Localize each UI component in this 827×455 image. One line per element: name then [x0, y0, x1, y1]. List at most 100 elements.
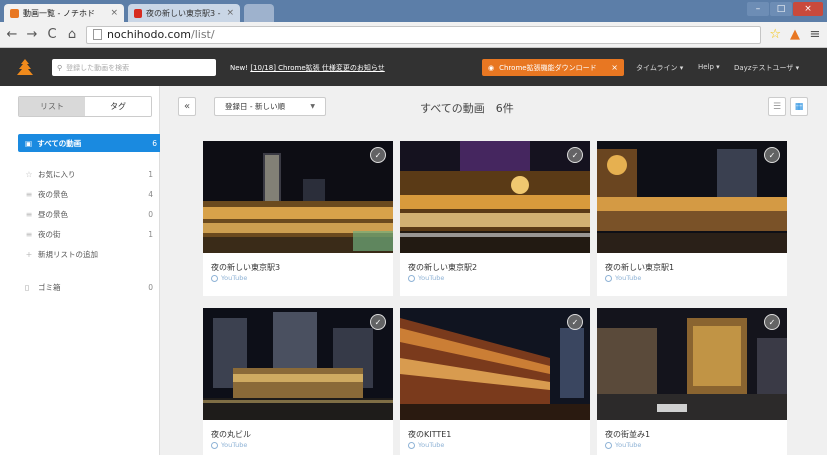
address-bar[interactable]: nochihodo.com/list/: [86, 25, 762, 44]
back-icon[interactable]: ←: [6, 27, 18, 42]
page-title: すべての動画 6件: [420, 102, 514, 115]
video-card[interactable]: ✓ 夜の新しい東京駅1 YouTube: [597, 141, 787, 296]
maximize-icon[interactable]: □: [770, 2, 792, 16]
source-icon: [211, 274, 218, 282]
sidebar-item-night-scenery[interactable]: ≡ 夜の景色 4: [25, 184, 153, 204]
video-source-label: YouTube: [221, 274, 248, 282]
video-thumbnail[interactable]: [203, 308, 393, 420]
site-favicon-icon: [10, 8, 19, 18]
video-title[interactable]: 夜の丸ビル: [211, 429, 251, 440]
video-thumbnail[interactable]: [400, 308, 590, 420]
source-icon: [408, 274, 415, 282]
source-icon: [605, 441, 612, 449]
minimize-icon[interactable]: –: [747, 2, 769, 16]
video-source-label: YouTube: [418, 274, 445, 282]
sidebar-item-night-town[interactable]: ≡ 夜の街 1: [25, 224, 153, 244]
search-icon: ⚲: [57, 63, 63, 72]
video-source-label: YouTube: [615, 441, 642, 449]
plus-icon: +: [25, 249, 33, 259]
video-card[interactable]: ✓ 夜の丸ビル YouTube: [203, 308, 393, 455]
forward-icon[interactable]: →: [26, 27, 38, 42]
sidebar-item-count: 1: [148, 169, 153, 179]
select-check-icon[interactable]: ✓: [567, 314, 583, 330]
sidebar-item-label: お気に入り: [38, 169, 76, 179]
extension-icon[interactable]: ▲: [789, 27, 801, 42]
sidebar-item-count: 4: [148, 189, 153, 199]
sidebar-item-count: 6: [152, 138, 157, 148]
star-icon: ☆: [25, 169, 33, 179]
video-search-input[interactable]: ⚲ 登録した動画を検索: [52, 59, 216, 76]
tab-title: 動画一覧 - ノチホド: [23, 8, 95, 18]
chrome-menu-icon[interactable]: ≡: [809, 27, 821, 42]
reload-icon[interactable]: C: [46, 27, 58, 42]
video-thumbnail[interactable]: [400, 141, 590, 253]
video-thumbnail[interactable]: [203, 141, 393, 253]
video-thumbnail[interactable]: [597, 141, 787, 253]
tab-tag[interactable]: タグ: [85, 97, 151, 116]
video-source: YouTube: [605, 274, 641, 282]
select-check-icon[interactable]: ✓: [370, 314, 386, 330]
sidebar-item-trash[interactable]: ▯ ゴミ箱 0: [25, 277, 153, 297]
sidebar-list: ☆ お気に入り 1 ≡ 夜の景色 4 ≡ 昼の景色 0 ≡ 夜の街 1 + 新規…: [25, 164, 153, 264]
collapse-sidebar-button[interactable]: «: [178, 97, 196, 116]
tab-list[interactable]: リスト: [19, 97, 85, 116]
youtube-favicon-icon: [134, 8, 143, 18]
sort-dropdown[interactable]: 登録日 - 新しい順 ▼: [214, 97, 326, 116]
window-close-icon[interactable]: ×: [793, 2, 823, 16]
tab-title: 夜の新しい東京駅3 - Yo: [146, 8, 222, 18]
video-card[interactable]: ✓ 夜のKITTE1 YouTube: [400, 308, 590, 455]
sidebar-item-label: 夜の街: [38, 229, 61, 239]
video-folder-icon: ▣: [25, 138, 33, 148]
list-view-icon[interactable]: ☰: [768, 97, 786, 116]
video-source: YouTube: [211, 274, 247, 282]
app-header: ⚲ 登録した動画を検索 New! [10/18] Chrome拡張 仕様変更のお…: [0, 48, 827, 86]
new-tab-button[interactable]: [244, 4, 274, 22]
browser-tab[interactable]: 夜の新しい東京駅3 - Yo ×: [128, 4, 240, 22]
sidebar-item-label: 夜の景色: [38, 189, 68, 199]
video-card[interactable]: ✓ 夜の街並み1 YouTube: [597, 308, 787, 455]
sidebar-item-all-videos[interactable]: ▣ すべての動画 6: [18, 134, 164, 152]
video-source: YouTube: [211, 441, 247, 449]
home-icon[interactable]: ⌂: [66, 27, 78, 42]
view-mode-toggle: ☰ ▦: [768, 97, 808, 116]
sidebar-item-favorites[interactable]: ☆ お気に入り 1: [25, 164, 153, 184]
video-title[interactable]: 夜の新しい東京駅3: [211, 262, 280, 273]
url-path: /list/: [191, 28, 215, 41]
tab-close-icon[interactable]: ×: [110, 8, 118, 18]
help-menu[interactable]: Help ▾: [698, 63, 720, 71]
tab-close-icon[interactable]: ×: [226, 8, 234, 18]
video-thumbnail[interactable]: [597, 308, 787, 420]
video-title[interactable]: 夜の新しい東京駅1: [605, 262, 674, 273]
chevron-down-icon: ▼: [310, 103, 315, 110]
nochihodo-logo-icon[interactable]: [16, 58, 34, 76]
source-icon: [408, 441, 415, 449]
list-icon: ≡: [25, 229, 33, 239]
sidebar-view-toggle: リスト タグ: [18, 96, 152, 117]
sidebar-item-label: ゴミ箱: [38, 282, 61, 292]
source-icon: [605, 274, 612, 282]
video-title[interactable]: 夜の新しい東京駅2: [408, 262, 477, 273]
select-check-icon[interactable]: ✓: [567, 147, 583, 163]
browser-tab-bar: 動画一覧 - ノチホド × 夜の新しい東京駅3 - Yo × – □ ×: [0, 0, 827, 22]
news-link[interactable]: [10/18] Chrome拡張 仕様変更のお知らせ: [250, 64, 384, 72]
select-check-icon[interactable]: ✓: [764, 314, 780, 330]
user-menu[interactable]: Dayzテストユーザ ▾: [734, 63, 799, 73]
timeline-menu[interactable]: タイムライン ▾: [636, 63, 683, 73]
grid-view-icon[interactable]: ▦: [790, 97, 808, 116]
video-source-label: YouTube: [418, 441, 445, 449]
sidebar-add-list-button[interactable]: + 新規リストの追加: [25, 244, 153, 264]
select-check-icon[interactable]: ✓: [764, 147, 780, 163]
video-source: YouTube: [408, 441, 444, 449]
chrome-extension-download-button[interactable]: ◉ Chrome拡張機能ダウンロード ×: [482, 59, 624, 76]
bookmark-star-icon[interactable]: ☆: [769, 27, 781, 42]
sidebar-item-label: 昼の景色: [38, 209, 68, 219]
browser-tab-active[interactable]: 動画一覧 - ノチホド ×: [4, 4, 124, 22]
sidebar-item-day-scenery[interactable]: ≡ 昼の景色 0: [25, 204, 153, 224]
video-card[interactable]: ✓ 夜の新しい東京駅3 YouTube: [203, 141, 393, 296]
url-host: nochihodo.com: [107, 28, 191, 41]
select-check-icon[interactable]: ✓: [370, 147, 386, 163]
video-card[interactable]: ✓ 夜の新しい東京駅2 YouTube: [400, 141, 590, 296]
video-title[interactable]: 夜のKITTE1: [408, 429, 451, 440]
video-title[interactable]: 夜の街並み1: [605, 429, 650, 440]
dismiss-icon[interactable]: ×: [611, 63, 618, 72]
